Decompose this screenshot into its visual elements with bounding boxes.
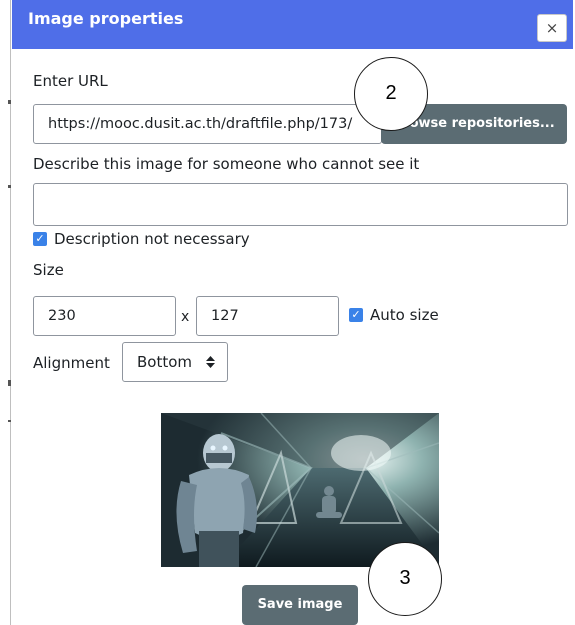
- height-input[interactable]: 127: [196, 296, 339, 336]
- auto-size-checkbox[interactable]: ✓: [349, 308, 363, 322]
- callout-2-number: 2: [385, 82, 397, 104]
- edge-mark: [8, 380, 11, 386]
- edge-mark: [8, 420, 11, 422]
- callout-2: 2: [354, 57, 428, 131]
- image-properties-dialog: Image properties × Enter URL https://moo…: [12, 0, 573, 625]
- url-label: Enter URL: [33, 72, 108, 90]
- alignment-selected-value: Bottom: [137, 353, 193, 371]
- callout-3-number: 3: [399, 567, 411, 589]
- dialog-header: Image properties ×: [12, 0, 573, 49]
- sort-arrows-icon: [206, 356, 215, 368]
- description-label: Describe this image for someone who cann…: [33, 155, 420, 173]
- url-input[interactable]: https://mooc.dusit.ac.th/draftfile.php/1…: [33, 104, 382, 144]
- description-not-necessary-label: Description not necessary: [54, 230, 250, 248]
- save-image-button[interactable]: Save image: [242, 585, 358, 625]
- dialog-title: Image properties: [28, 9, 184, 28]
- edge-mark: [8, 100, 11, 104]
- url-input-value: https://mooc.dusit.ac.th/draftfile.php/1…: [48, 116, 353, 132]
- save-image-label: Save image: [257, 597, 343, 612]
- checkmark-icon: ✓: [351, 308, 361, 321]
- height-input-value: 127: [211, 308, 239, 324]
- close-icon: ×: [545, 19, 559, 37]
- width-input-value: 230: [48, 308, 76, 324]
- size-label: Size: [33, 261, 64, 279]
- close-button[interactable]: ×: [537, 14, 567, 42]
- checkmark-icon: ✓: [35, 232, 45, 245]
- edge-mark: [8, 185, 11, 188]
- alignment-label: Alignment: [33, 354, 110, 372]
- alignment-select[interactable]: Bottom: [122, 342, 228, 382]
- auto-size-label: Auto size: [370, 306, 439, 324]
- size-separator: x: [181, 309, 190, 325]
- description-input[interactable]: [33, 183, 568, 226]
- callout-3: 3: [368, 542, 442, 616]
- description-not-necessary-checkbox[interactable]: ✓: [33, 232, 47, 246]
- width-input[interactable]: 230: [33, 296, 176, 336]
- background-window-edge: [0, 0, 11, 625]
